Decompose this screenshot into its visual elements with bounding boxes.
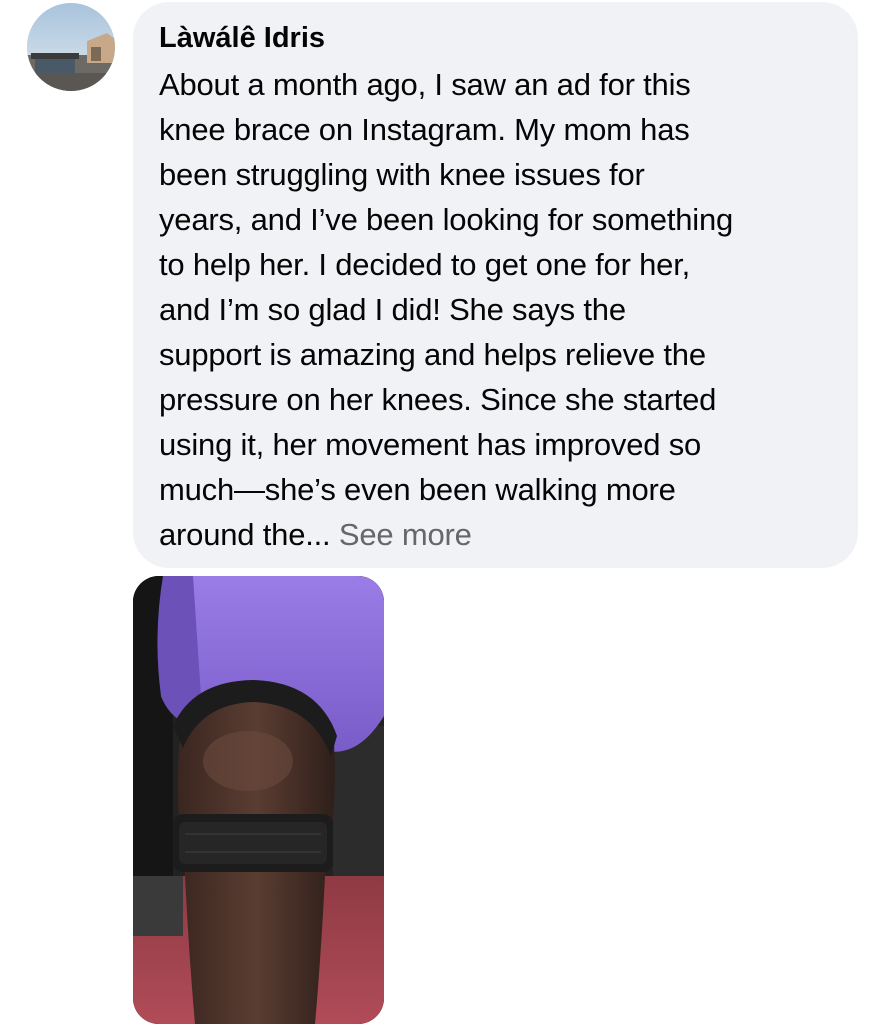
comment-thread: Làwálê Idris About a month ago, I saw an…: [0, 0, 869, 1024]
comment-bubble: Làwálê Idris About a month ago, I saw an…: [133, 2, 858, 568]
avatar[interactable]: [27, 3, 115, 91]
avatar-image: [27, 3, 115, 91]
knee-brace-photo: [133, 576, 384, 1024]
comment-author-name[interactable]: Làwálê Idris: [159, 18, 838, 58]
see-more-link[interactable]: See more: [339, 517, 472, 552]
comment-photo[interactable]: [133, 576, 384, 1024]
comment-body: About a month ago, I saw an ad for this …: [159, 67, 734, 552]
comment-text: About a month ago, I saw an ad for this …: [159, 62, 838, 557]
